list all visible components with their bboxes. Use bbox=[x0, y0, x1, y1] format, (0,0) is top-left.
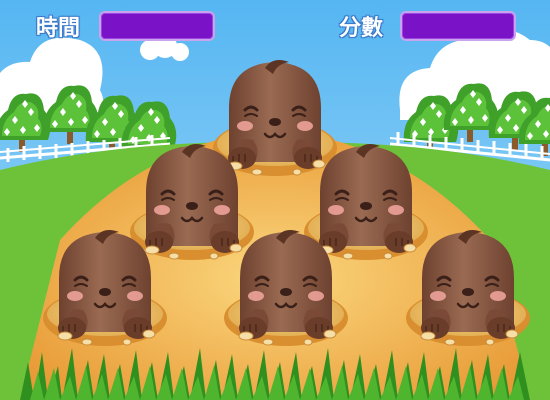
game-scene bbox=[0, 0, 550, 400]
mole-bottom-center[interactable] bbox=[237, 228, 337, 346]
score-bar bbox=[400, 11, 516, 41]
mole-bottom-right[interactable] bbox=[419, 228, 519, 346]
mole-middle-left[interactable] bbox=[143, 142, 243, 260]
whack-a-mole-game: 時間 分數 bbox=[0, 0, 550, 400]
time-bar bbox=[99, 11, 215, 41]
mole-bottom-left[interactable] bbox=[56, 228, 156, 346]
score-label: 分數 bbox=[339, 16, 384, 41]
mole-middle-right[interactable] bbox=[317, 142, 417, 260]
mole-top[interactable] bbox=[226, 58, 326, 176]
time-label: 時間 bbox=[36, 16, 81, 41]
